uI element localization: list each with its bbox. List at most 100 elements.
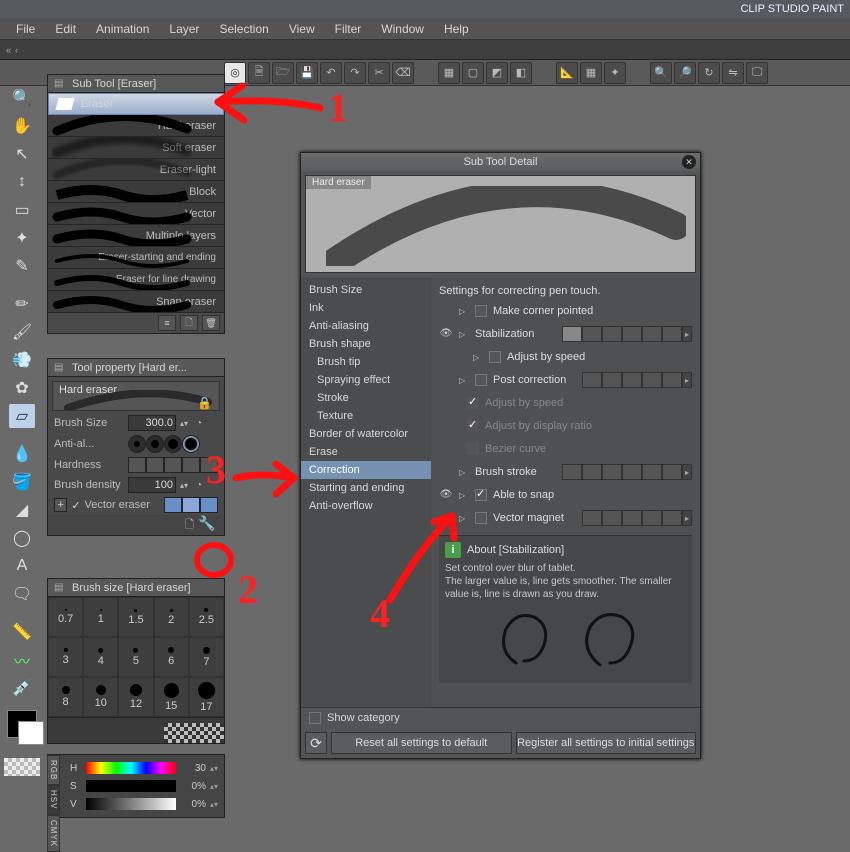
subtool-new-icon[interactable]: 🗋: [180, 315, 198, 331]
gradient-tool-icon[interactable]: ◢: [9, 498, 35, 522]
menu-animation[interactable]: Animation: [96, 22, 149, 36]
vector-magnet-slider[interactable]: ▸: [582, 510, 692, 526]
collapse-left-icon[interactable]: «: [6, 45, 11, 55]
pencil-tool-icon[interactable]: ✏: [9, 292, 35, 316]
lock-icon[interactable]: 🔒: [197, 396, 213, 412]
brush-size-cell[interactable]: 2: [154, 597, 189, 637]
rotate-icon[interactable]: ↻: [698, 62, 720, 84]
blend-tool-icon[interactable]: 💧: [9, 442, 35, 466]
hardness-picker[interactable]: [128, 457, 218, 473]
expand-icon[interactable]: ▷: [459, 514, 469, 523]
show-category-checkbox[interactable]: [309, 712, 321, 724]
transparent-swatch[interactable]: [4, 758, 40, 776]
brush-density-input[interactable]: [128, 477, 176, 493]
panel-menu-icon[interactable]: ▤: [54, 362, 66, 374]
show-select-icon[interactable]: ◧: [510, 62, 532, 84]
sat-slider[interactable]: [86, 780, 176, 792]
menu-layer[interactable]: Layer: [169, 22, 199, 36]
flip-icon[interactable]: ⇋: [722, 62, 744, 84]
cat-anti-overflow[interactable]: Anti-overflow: [301, 497, 431, 515]
hue-slider[interactable]: [86, 762, 176, 774]
subtool-block[interactable]: Block: [48, 181, 224, 203]
subtool-multiple-layers[interactable]: Multiple layers: [48, 225, 224, 247]
checkbox[interactable]: [475, 374, 487, 386]
zoom-in-icon[interactable]: 🔍: [650, 62, 672, 84]
eye-icon[interactable]: 👁: [439, 489, 453, 501]
stepper-icon[interactable]: ▴▾: [180, 481, 192, 490]
stepper-icon[interactable]: ▴▾: [210, 800, 220, 809]
cut-icon[interactable]: ✂: [368, 62, 390, 84]
subtool-menu-icon[interactable]: ≡: [158, 315, 176, 331]
snap-grid-icon[interactable]: ▦: [580, 62, 602, 84]
brush-size-cell[interactable]: 2.5: [189, 597, 224, 637]
brush-size-cell[interactable]: 6: [154, 637, 189, 677]
new-file-icon[interactable]: 🗎: [248, 62, 270, 84]
pen-tool-icon[interactable]: ✎: [9, 254, 35, 278]
checkbox[interactable]: [475, 489, 487, 501]
correct-line-tool-icon[interactable]: 〰: [9, 648, 35, 672]
marquee-tool-icon[interactable]: ▭: [9, 198, 35, 222]
display-icon[interactable]: 🖵: [746, 62, 768, 84]
register-button[interactable]: Register all settings to initial setting…: [516, 732, 697, 754]
cat-starting-ending[interactable]: Starting and ending: [301, 479, 431, 497]
airbrush-tool-icon[interactable]: 💨: [9, 348, 35, 372]
checkbox[interactable]: [475, 305, 487, 317]
menu-file[interactable]: File: [16, 22, 35, 36]
undo-icon[interactable]: ↶: [320, 62, 342, 84]
decoration-tool-icon[interactable]: ✿: [9, 376, 35, 400]
menu-filter[interactable]: Filter: [335, 22, 362, 36]
ruler-tool-icon[interactable]: 📏: [9, 620, 35, 644]
expand-icon[interactable]: ▷: [473, 353, 483, 362]
cat-correction[interactable]: Correction: [301, 461, 431, 479]
val-slider[interactable]: [86, 798, 176, 810]
save-preset-icon[interactable]: 🗋: [185, 516, 194, 535]
brush-size-cell[interactable]: 15: [154, 677, 189, 717]
eraser-tool-icon[interactable]: ▱: [9, 404, 35, 428]
eyedropper-tool-icon[interactable]: 💉: [9, 676, 35, 700]
brush-size-cell[interactable]: 1.5: [118, 597, 153, 637]
eye-icon[interactable]: 👁: [439, 328, 453, 340]
brush-size-cell[interactable]: 12: [118, 677, 153, 717]
expand-icon[interactable]: ▷: [459, 330, 469, 339]
subtool-panel-header[interactable]: ▤ Sub Tool [Eraser]: [48, 75, 224, 93]
fill-tool-icon[interactable]: 🪣: [9, 470, 35, 494]
menu-view[interactable]: View: [289, 22, 315, 36]
move-tool-icon[interactable]: ✋: [9, 114, 35, 138]
cat-texture[interactable]: Texture: [301, 407, 431, 425]
reload-icon[interactable]: ⟳: [305, 732, 327, 754]
reset-button[interactable]: Reset all settings to default: [331, 732, 512, 754]
delete-icon[interactable]: ⌫: [392, 62, 414, 84]
snap-special-icon[interactable]: ✦: [604, 62, 626, 84]
stepper-icon[interactable]: ▴▾: [210, 782, 220, 791]
figure-tool-icon[interactable]: ◯: [9, 526, 35, 550]
menu-help[interactable]: Help: [444, 22, 469, 36]
subtool-eraser-light[interactable]: Eraser-light: [48, 159, 224, 181]
subtool-soft-eraser[interactable]: Soft eraser: [48, 137, 224, 159]
brush-size-cell[interactable]: 1: [83, 597, 118, 637]
hue-row[interactable]: H 30 ▴▾: [70, 759, 220, 777]
menu-window[interactable]: Window: [381, 22, 424, 36]
zoom-tool-icon[interactable]: 🔍: [9, 86, 35, 110]
subtool-eraser-starting-ending[interactable]: Eraser-starting and ending: [48, 247, 224, 269]
layer-move-tool-icon[interactable]: ↕: [9, 170, 35, 194]
expand-icon[interactable]: ▷: [459, 468, 469, 477]
cat-brush-size[interactable]: Brush Size: [301, 281, 431, 299]
subtool-vector[interactable]: Vector: [48, 203, 224, 225]
deselect-icon[interactable]: ▢: [462, 62, 484, 84]
color-swatch[interactable]: [7, 710, 37, 738]
brush-size-cell[interactable]: 17: [189, 677, 224, 717]
sat-row[interactable]: S 0% ▴▾: [70, 777, 220, 795]
tool-property-header[interactable]: ▤ Tool property [Hard er...: [48, 359, 224, 377]
brush-size-cell[interactable]: 8: [48, 677, 83, 717]
brush-size-cell[interactable]: 7: [189, 637, 224, 677]
brush-size-input[interactable]: [128, 415, 176, 431]
brush-stroke-slider[interactable]: ▸: [562, 464, 692, 480]
vector-eraser-picker[interactable]: [164, 497, 218, 513]
brush-size-cell[interactable]: 0.7: [48, 597, 83, 637]
cat-erase[interactable]: Erase: [301, 443, 431, 461]
eraser-group-tab[interactable]: Eraser: [48, 93, 224, 115]
snap-ruler-icon[interactable]: 📐: [556, 62, 578, 84]
expand-icon[interactable]: ▷: [459, 376, 469, 385]
expand-icon[interactable]: ▷: [459, 491, 469, 500]
expand-icon[interactable]: +: [54, 498, 67, 512]
